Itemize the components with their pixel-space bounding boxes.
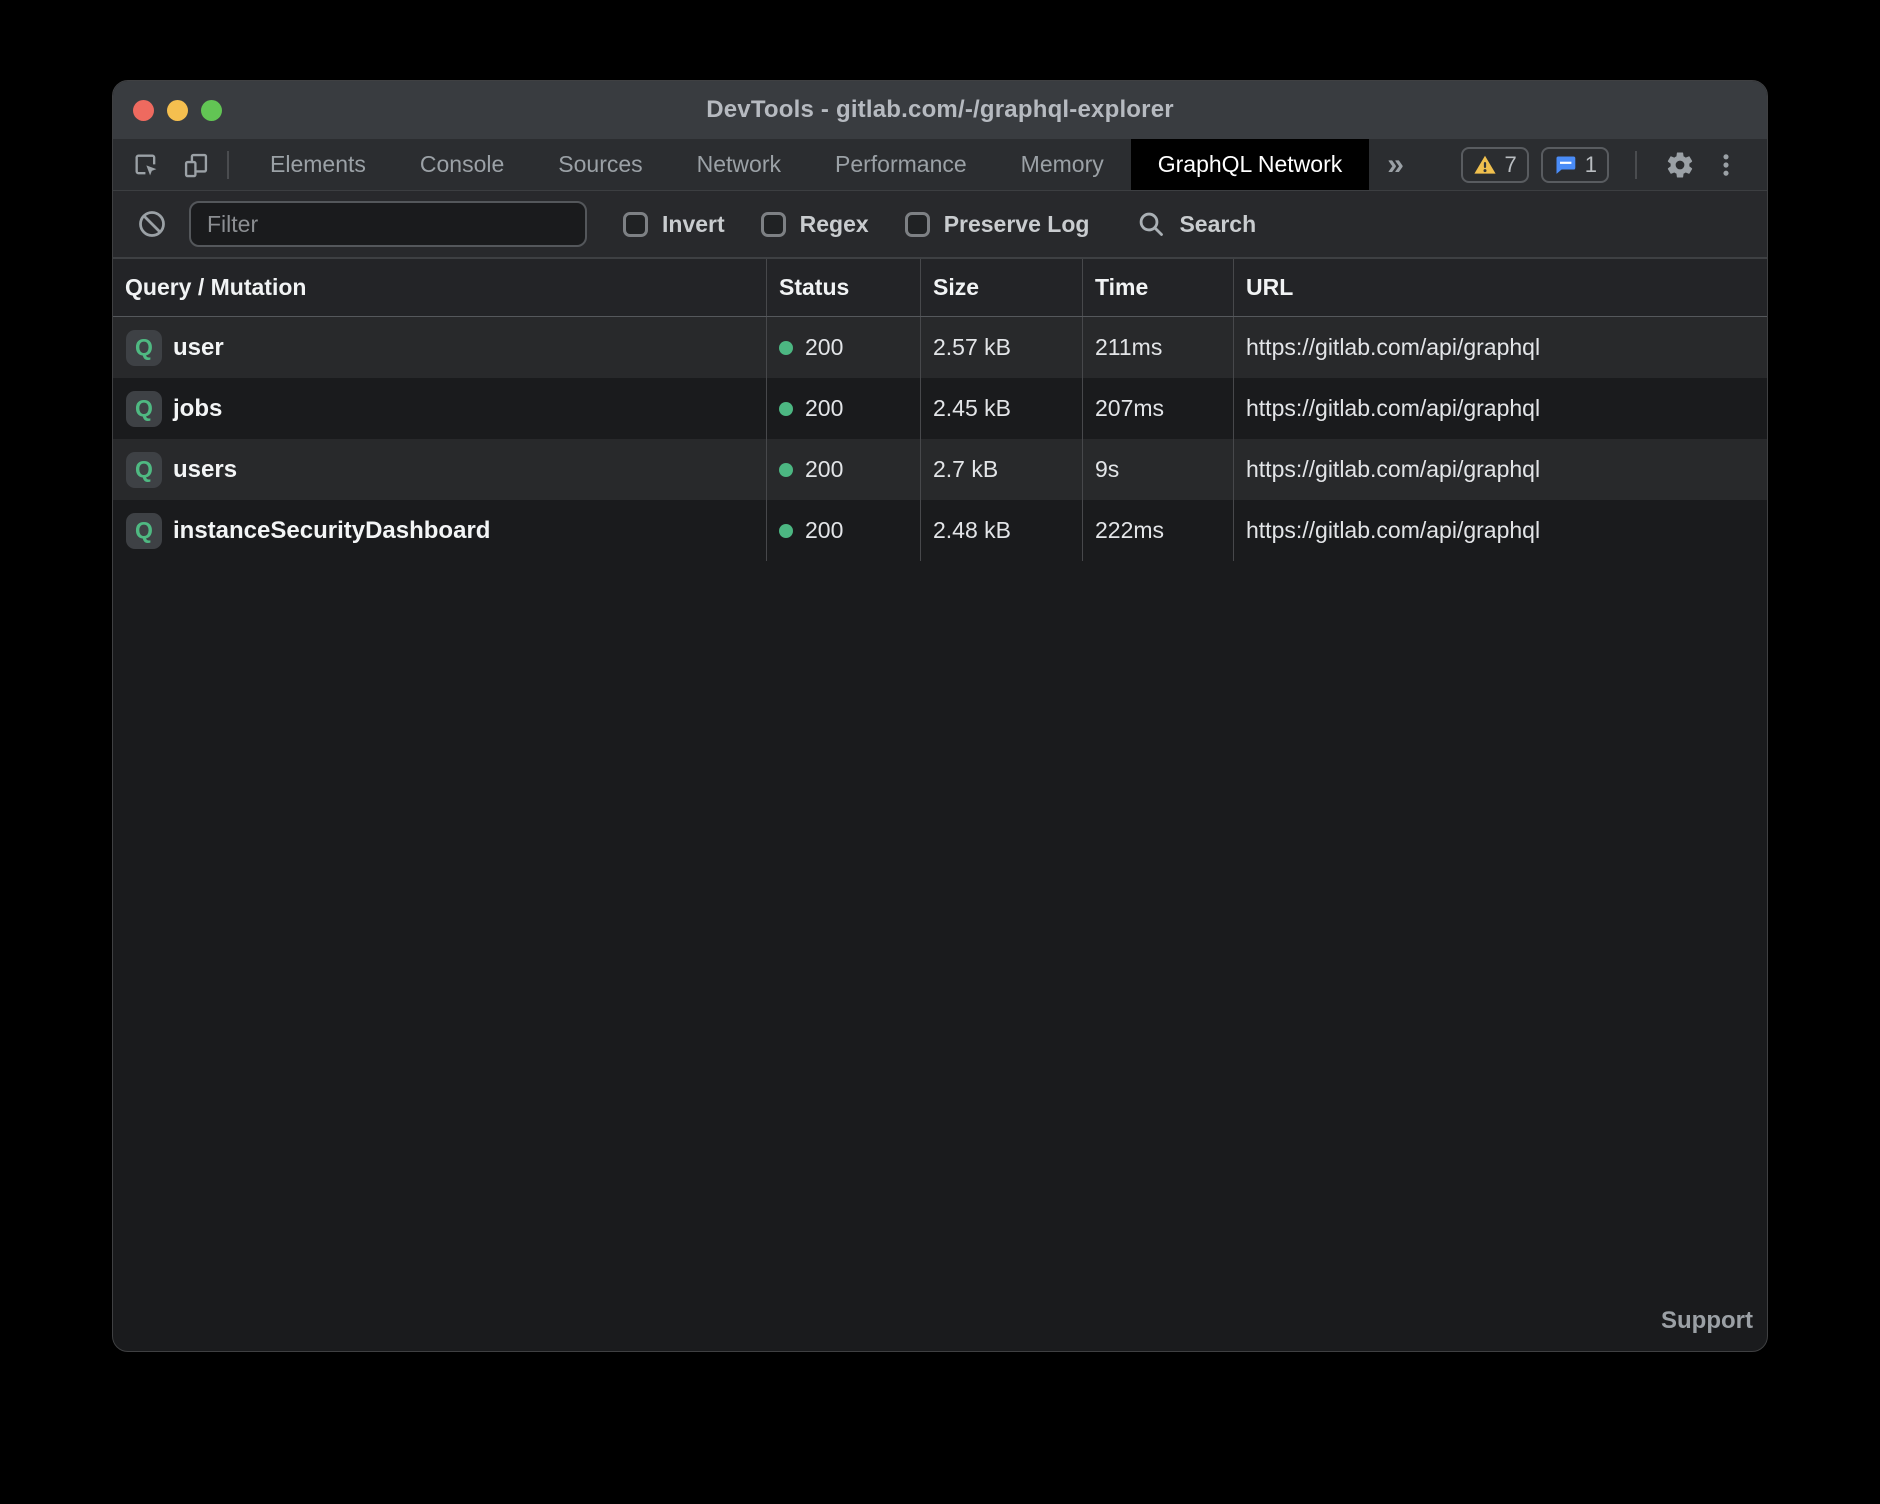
search-label: Search [1179, 211, 1256, 238]
devtools-window: DevTools - gitlab.com/-/graphql-explorer… [112, 80, 1768, 1352]
traffic-lights [133, 81, 222, 139]
status-value: 200 [805, 334, 843, 361]
query-name: user [173, 334, 224, 362]
tabbar-separator [227, 151, 229, 179]
query-type-badge: Q [126, 452, 162, 488]
table-row[interactable]: Q jobs 200 2.45 kB 207ms https://gitlab.… [113, 378, 1767, 439]
search-button[interactable]: Search [1137, 210, 1256, 238]
controls-separator [1635, 151, 1637, 179]
filter-toolbar: Invert Regex Preserve Log Search [113, 191, 1767, 259]
settings-button[interactable] [1663, 148, 1697, 182]
query-type-badge: Q [126, 391, 162, 427]
status-ok-dot-icon [779, 402, 793, 416]
column-header-query-mutation[interactable]: Query / Mutation [113, 259, 766, 316]
size-cell: 2.48 kB [920, 500, 1082, 561]
size-cell: 2.7 kB [920, 439, 1082, 500]
device-toolbar-button[interactable] [179, 148, 213, 182]
preserve-log-label: Preserve Log [944, 211, 1090, 238]
invert-label: Invert [662, 211, 725, 238]
device-toolbar-icon [182, 151, 210, 179]
table-row[interactable]: Q instanceSecurityDashboard 200 2.48 kB … [113, 500, 1767, 561]
preserve-log-checkbox[interactable] [905, 212, 930, 237]
url-cell: https://gitlab.com/api/graphql [1233, 378, 1767, 439]
regex-label: Regex [800, 211, 869, 238]
url-cell: https://gitlab.com/api/graphql [1233, 439, 1767, 500]
column-header-size[interactable]: Size [920, 259, 1082, 316]
tab-network[interactable]: Network [670, 139, 808, 190]
size-cell: 2.45 kB [920, 378, 1082, 439]
status-cell: 200 [766, 439, 920, 500]
message-bubble-icon [1553, 153, 1577, 177]
time-cell: 211ms [1082, 317, 1233, 378]
more-tabs-chevron-icon[interactable]: » [1369, 139, 1422, 190]
search-icon [1137, 210, 1165, 238]
status-cell: 200 [766, 317, 920, 378]
warnings-count: 7 [1505, 152, 1517, 178]
query-type-badge: Q [126, 330, 162, 366]
table-header: Query / Mutation Status Size Time URL [113, 259, 1767, 317]
url-cell: https://gitlab.com/api/graphql [1233, 500, 1767, 561]
warnings-badge[interactable]: 7 [1461, 147, 1529, 183]
tab-console[interactable]: Console [393, 139, 531, 190]
inspect-cursor-icon [132, 151, 160, 179]
titlebar[interactable]: DevTools - gitlab.com/-/graphql-explorer [113, 81, 1767, 139]
query-name: instanceSecurityDashboard [173, 517, 490, 545]
tab-performance[interactable]: Performance [808, 139, 994, 190]
regex-checkbox-group: Regex [761, 211, 869, 238]
issues-badge[interactable]: 1 [1541, 147, 1609, 183]
preserve-log-checkbox-group: Preserve Log [905, 211, 1090, 238]
status-cell: 200 [766, 500, 920, 561]
block-icon [137, 209, 167, 239]
filter-input[interactable] [189, 201, 587, 247]
column-header-time[interactable]: Time [1082, 259, 1233, 316]
clear-requests-button[interactable] [137, 209, 167, 239]
devtools-tabbar: Elements Console Sources Network Perform… [113, 139, 1767, 191]
zoom-window-button[interactable] [201, 100, 222, 121]
query-cell: Q users [113, 439, 766, 500]
window-title: DevTools - gitlab.com/-/graphql-explorer [706, 96, 1174, 124]
support-link[interactable]: Support [1661, 1307, 1753, 1335]
query-cell: Q user [113, 317, 766, 378]
tabbar-trailing-controls: 7 1 [1461, 139, 1768, 190]
table-row[interactable]: Q user 200 2.57 kB 211ms https://gitlab.… [113, 317, 1767, 378]
time-cell: 222ms [1082, 500, 1233, 561]
tabbar-leading-icons [113, 139, 213, 190]
query-name: users [173, 456, 237, 484]
issues-count: 1 [1585, 152, 1597, 178]
status-value: 200 [805, 517, 843, 544]
warning-triangle-icon [1473, 153, 1497, 177]
column-header-status[interactable]: Status [766, 259, 920, 316]
invert-checkbox[interactable] [623, 212, 648, 237]
table-row[interactable]: Q users 200 2.7 kB 9s https://gitlab.com… [113, 439, 1767, 500]
url-cell: https://gitlab.com/api/graphql [1233, 317, 1767, 378]
status-ok-dot-icon [779, 463, 793, 477]
kebab-menu-button[interactable] [1709, 148, 1743, 182]
status-ok-dot-icon [779, 341, 793, 355]
query-name: jobs [173, 395, 222, 423]
status-cell: 200 [766, 378, 920, 439]
tab-graphql-network[interactable]: GraphQL Network [1131, 139, 1370, 190]
tab-sources[interactable]: Sources [531, 139, 669, 190]
minimize-window-button[interactable] [167, 100, 188, 121]
tab-elements[interactable]: Elements [243, 139, 393, 190]
time-cell: 207ms [1082, 378, 1233, 439]
query-type-badge: Q [126, 513, 162, 549]
close-window-button[interactable] [133, 100, 154, 121]
gear-icon [1665, 150, 1695, 180]
inspect-element-button[interactable] [129, 148, 163, 182]
query-cell: Q jobs [113, 378, 766, 439]
time-cell: 9s [1082, 439, 1233, 500]
status-ok-dot-icon [779, 524, 793, 538]
size-cell: 2.57 kB [920, 317, 1082, 378]
tab-memory[interactable]: Memory [994, 139, 1131, 190]
query-cell: Q instanceSecurityDashboard [113, 500, 766, 561]
status-value: 200 [805, 456, 843, 483]
status-value: 200 [805, 395, 843, 422]
column-header-url[interactable]: URL [1233, 259, 1767, 316]
regex-checkbox[interactable] [761, 212, 786, 237]
invert-checkbox-group: Invert [623, 211, 725, 238]
three-dot-menu-icon [1712, 151, 1740, 179]
